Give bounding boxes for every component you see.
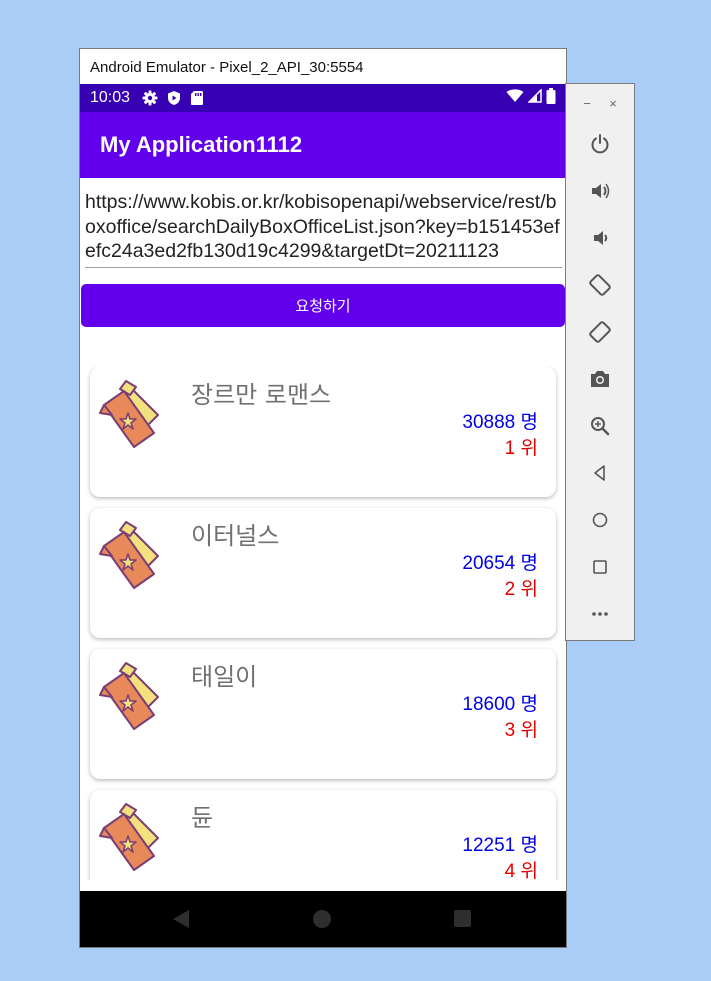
audience-count: 18600 명: [462, 694, 538, 715]
movie-card[interactable]: 장르만 로맨스 30888 명 1 위: [90, 367, 556, 497]
app-bar: My Application1112: [80, 112, 566, 178]
volume-up-icon[interactable]: [566, 173, 634, 209]
rank-label: 2 위: [504, 579, 538, 600]
sd-card-icon: [190, 90, 204, 106]
minimize-button[interactable]: −: [583, 96, 591, 111]
audience-count: 20654 명: [462, 553, 538, 574]
rotate-right-icon[interactable]: [566, 314, 634, 350]
movie-card[interactable]: 듄 12251 명 4 위: [90, 790, 556, 880]
navigation-bar: [80, 891, 566, 947]
app-title: My Application1112: [100, 132, 303, 157]
movie-card[interactable]: 이터널스 20654 명 2 위: [90, 508, 556, 638]
more-icon[interactable]: [566, 596, 634, 632]
url-input[interactable]: https://www.kobis.or.kr/kobisopenapi/web…: [85, 190, 562, 268]
ticket-icon: [99, 380, 159, 448]
status-time: 10:03: [90, 89, 131, 106]
audience-count: 12251 명: [462, 835, 538, 856]
rank-label: 4 위: [504, 861, 538, 880]
status-bar: 10:03: [80, 84, 566, 112]
zoom-icon[interactable]: [566, 408, 634, 444]
movie-title: 태일이: [191, 663, 258, 691]
rank-label: 1 위: [504, 438, 538, 459]
ticket-icon: [99, 662, 159, 730]
signal-icon: [527, 87, 542, 108]
power-icon[interactable]: [566, 126, 634, 162]
nav-home-button[interactable]: [313, 910, 331, 928]
rank-label: 3 위: [504, 720, 538, 741]
camera-icon[interactable]: [566, 361, 634, 397]
movie-title: 듄: [191, 804, 214, 832]
shield-icon: [166, 90, 182, 106]
ticket-icon: [99, 803, 159, 871]
rotate-left-icon[interactable]: [566, 267, 634, 303]
nav-recents-button[interactable]: [454, 910, 471, 927]
movie-title: 이터널스: [191, 522, 280, 550]
home-icon[interactable]: [566, 502, 634, 538]
ticket-icon: [99, 521, 159, 589]
wifi-icon: [506, 88, 524, 108]
back-icon[interactable]: [566, 455, 634, 491]
audience-count: 30888 명: [462, 412, 538, 433]
phone-screen: 10:03 My Application1112 https://www.kob…: [80, 84, 566, 947]
nav-back-button[interactable]: [173, 910, 189, 928]
window-title: Android Emulator - Pixel_2_API_30:5554: [90, 59, 364, 76]
gear-icon: [142, 90, 158, 106]
volume-down-icon[interactable]: [566, 220, 634, 256]
close-button[interactable]: ×: [609, 96, 617, 111]
overview-icon[interactable]: [566, 549, 634, 585]
emulator-window: Android Emulator - Pixel_2_API_30:5554 1…: [79, 48, 567, 948]
emulator-side-toolbar: − ×: [565, 83, 635, 641]
movie-card[interactable]: 태일이 18600 명 3 위: [90, 649, 556, 779]
movie-list[interactable]: 장르만 로맨스 30888 명 1 위 이터널스 20654 명 2 위 태일이…: [80, 367, 566, 880]
battery-icon: [546, 87, 556, 109]
movie-title: 장르만 로맨스: [191, 381, 332, 409]
request-button[interactable]: 요청하기: [81, 283, 565, 327]
